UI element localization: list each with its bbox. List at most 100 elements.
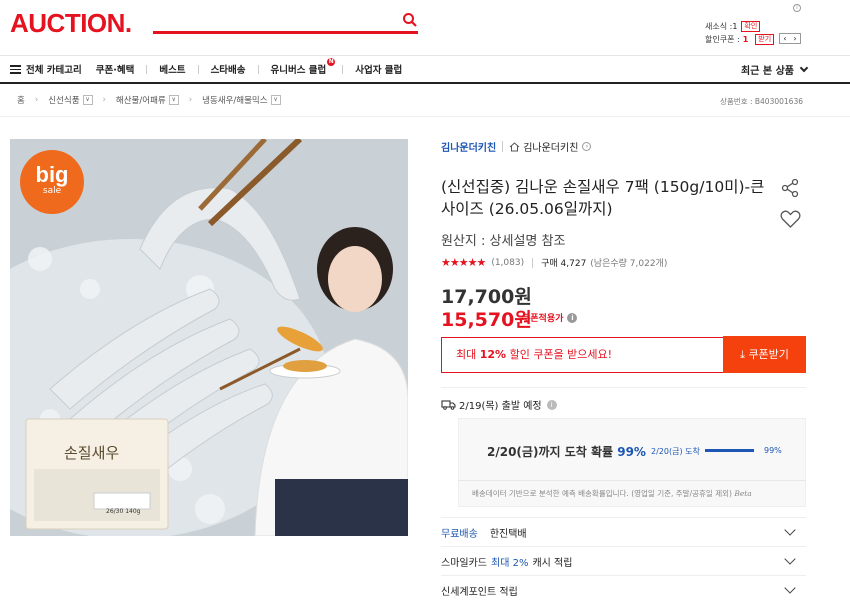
package-sub: 26/30 140g (106, 508, 141, 515)
breadcrumb-item[interactable]: 냉동새우/해물믹스 (202, 94, 267, 106)
coupon-suffix: 할인 쿠폰을 받으세요! (506, 348, 613, 361)
breadcrumb-item[interactable]: 신선식품 (48, 94, 79, 106)
prev-arrow-icon[interactable]: ‹ (783, 34, 786, 43)
chevron-down-icon[interactable]: ∨ (270, 95, 281, 105)
coupon-label: 할인쿠폰 : (705, 35, 740, 44)
breadcrumb-item[interactable]: 해산물/어패류 (116, 94, 166, 106)
smile-card-label: 스마일카드 (441, 557, 487, 569)
chevron-down-icon[interactable]: ∨ (82, 95, 93, 105)
product-image[interactable]: big sale 손질새우 26/30 140g (10, 139, 408, 536)
big-sale-badge: big sale (20, 150, 84, 214)
coupon-count: 1 (742, 35, 749, 44)
seller-name-link[interactable]: 김나운더키친 (441, 139, 496, 154)
coupon-get-button[interactable]: 받기 (755, 34, 775, 45)
search-input[interactable] (153, 14, 418, 34)
divider (458, 480, 806, 481)
big-sale-badge-sale: sale (42, 186, 62, 196)
info-icon[interactable]: i (793, 4, 801, 12)
origin-info: 원산지 : 상세설명 참조 (441, 234, 566, 249)
gnb-menu: 전체 카테고리 쿠폰·혜택 베스트 스타배송 유니버스 클럽 N 사업자 클럽 (10, 58, 414, 76)
breadcrumb-home[interactable]: 홈 (17, 94, 25, 106)
arrival-note: 배송데이터 기반으로 분석한 예측 배송확률입니다. (영업일 기준, 주말/공… (472, 488, 752, 499)
chevron-down-icon[interactable]: ∨ (168, 95, 179, 105)
seller-info: 김나운더키친 김나운더키친 › (441, 139, 592, 154)
new-badge: N (327, 58, 336, 66)
coupon-pct: 12% (479, 348, 507, 361)
info-icon[interactable]: i (546, 399, 557, 410)
breadcrumb-separator: › (34, 95, 39, 105)
download-icon: ⤓ (740, 348, 745, 361)
nav-universe-club-label: 유니버스 클럽 (270, 65, 327, 76)
star-rating: ★★★★★ (441, 256, 486, 269)
nav-best[interactable]: 베스트 (159, 62, 185, 76)
get-coupon-button[interactable]: ⤓ 쿠폰받기 (723, 336, 806, 373)
nav-divider (342, 64, 344, 74)
user-notice-panel: 새소식 : 1 확인 할인쿠폰 : 1 받기 (705, 20, 845, 46)
coupon-prefix: 최대 (456, 348, 480, 361)
share-icon[interactable] (780, 178, 800, 198)
departure-text: 2/19(목) 출발 예정 (459, 401, 542, 412)
coupon-applied-text: 쿠폰적용가 (522, 314, 564, 324)
truck-icon (441, 400, 456, 410)
divider (532, 257, 534, 268)
stock-remaining: (남은수량 7,022개) (590, 259, 668, 269)
shinsegae-point-label: 신세계포인트 적립 (441, 586, 518, 598)
chevron-down-icon (784, 553, 796, 565)
search-icon[interactable] (402, 12, 418, 28)
breadcrumb: 홈 › 신선식품 ∨ › 해산물/어패류 ∨ › 냉동새우/해물믹스 ∨ (17, 94, 281, 106)
coupon-price: 15,570원 (441, 309, 532, 331)
chevron-down-icon (784, 582, 796, 594)
nav-all-category[interactable]: 전체 카테고리 (26, 62, 82, 76)
nav-star-delivery[interactable]: 스타배송 (211, 62, 246, 76)
store-link[interactable]: 김나운더키친 (523, 139, 578, 154)
recent-items-label: 최근 본 상품 (741, 66, 794, 77)
arrival-prefix: 2/20(금)까지 도착 확률 (487, 445, 618, 459)
purchase-count: 구매 4,727 (541, 259, 587, 269)
home-icon (509, 141, 520, 151)
nav-business-club[interactable]: 사업자 클럽 (355, 62, 402, 76)
arrival-pct: 99% (617, 445, 646, 459)
recent-items-button[interactable]: 최근 본 상품 (741, 62, 809, 77)
product-number: 상품번호 : B403001636 (720, 97, 803, 106)
chevron-down-icon (784, 524, 796, 536)
free-shipping-label: 무료배송 (441, 528, 478, 540)
next-arrow-icon[interactable]: › (793, 34, 796, 43)
breadcrumb-separator: › (102, 95, 106, 105)
shinsegae-point-row[interactable]: 신세계포인트 적립 (441, 575, 806, 604)
arrival-bar-pct: 99% (764, 446, 782, 455)
news-label: 새소식 : (705, 22, 733, 31)
nav-divider (257, 64, 259, 74)
review-count-link[interactable]: (1,083) (491, 258, 524, 268)
coupon-banner[interactable]: 최대 12% 할인 쿠폰을 받으세요! (441, 337, 723, 373)
beta-label: Beta (734, 489, 752, 498)
breadcrumb-separator: › (188, 95, 193, 105)
info-icon[interactable]: i (567, 312, 578, 323)
get-coupon-label: 쿠폰받기 (748, 348, 789, 361)
nav-universe-club[interactable]: 유니버스 클럽 N (270, 58, 336, 76)
arrival-date-label: 2/20(금) 도착 (651, 447, 700, 456)
delivery-row[interactable]: 무료배송 한진택배 (441, 517, 806, 546)
coupon-applied-label: 쿠폰적용가 i (522, 311, 578, 324)
package-label: 손질새우 (64, 444, 120, 462)
courier-label: 한진택배 (489, 528, 527, 540)
nav-divider (197, 64, 199, 74)
chevron-down-icon (800, 63, 809, 73)
heart-icon[interactable] (780, 209, 801, 229)
nav-divider (146, 64, 148, 74)
divider (502, 141, 504, 152)
nav-coupon-benefit[interactable]: 쿠폰·혜택 (96, 62, 135, 76)
news-confirm-button[interactable]: 확인 (741, 21, 761, 32)
arrival-probability-bar (705, 449, 754, 452)
menu-icon[interactable] (10, 64, 21, 74)
departure-info: 2/19(목) 출발 예정 i (441, 397, 557, 412)
arrival-note-text: 배송데이터 기반으로 분석한 예측 배송확률입니다. (영업일 기준, 주말/공… (472, 489, 732, 498)
auction-logo[interactable]: AUCTION. (10, 9, 132, 37)
arrival-probability: 2/20(금)까지 도착 확률 99% (487, 443, 646, 460)
divider (441, 387, 806, 388)
smile-card-row[interactable]: 스마일카드 최대 2% 캐시 적립 (441, 546, 806, 575)
divider (0, 116, 850, 117)
chevron-right-icon[interactable]: › (582, 142, 592, 151)
big-sale-badge-big: big (35, 162, 69, 187)
rating-summary: ★★★★★ (1,083) 구매 4,727 (남은수량 7,022개) (441, 256, 667, 269)
product-title: (신선집중) 김나운 손질새우 7팩 (150g/10미)-큰사이즈 (26.0… (441, 178, 765, 218)
